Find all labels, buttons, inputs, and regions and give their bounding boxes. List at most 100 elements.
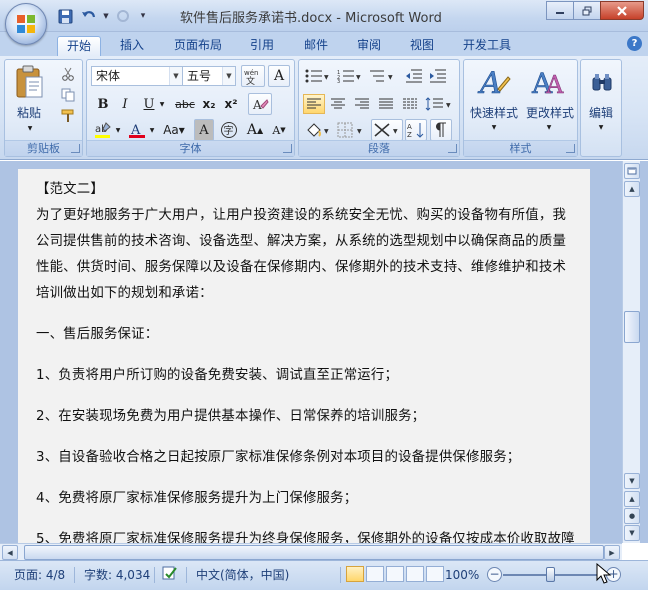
document-page[interactable]: 【范文二】 为了更好地服务于广大用户，让用户投资建设的系统安全无忧、购买的设备物… bbox=[18, 169, 590, 543]
borders-icon[interactable]: ▼ bbox=[335, 120, 367, 140]
quick-styles-dropdown-icon[interactable]: ▼ bbox=[489, 123, 499, 131]
draft-view-icon[interactable] bbox=[426, 566, 444, 582]
change-case-icon[interactable]: Aa▾ bbox=[161, 120, 187, 140]
character-border-button[interactable]: A bbox=[268, 65, 290, 87]
numbering-icon[interactable]: 1 2 3 ▼ bbox=[335, 66, 365, 86]
align-left-icon[interactable] bbox=[303, 94, 325, 114]
highlight-dropdown-icon[interactable]: ▼ bbox=[113, 120, 123, 140]
tab-mailings[interactable]: 邮件 bbox=[294, 36, 338, 56]
full-screen-reading-view-icon[interactable] bbox=[366, 566, 384, 582]
shrink-font-icon[interactable]: A ▼ bbox=[268, 120, 290, 140]
bold-icon[interactable]: B bbox=[93, 94, 113, 114]
increase-indent-icon[interactable] bbox=[427, 66, 449, 86]
multilevel-list-icon[interactable]: ▼ bbox=[367, 66, 397, 86]
tab-page-layout[interactable]: 页面布局 bbox=[166, 36, 230, 56]
show-marks-icon[interactable] bbox=[430, 119, 452, 141]
paragraph-launcher-icon[interactable] bbox=[448, 144, 457, 153]
minimize-icon[interactable] bbox=[546, 1, 574, 20]
change-styles-icon[interactable]: AA bbox=[528, 64, 568, 100]
shading-icon[interactable]: ▼ bbox=[303, 120, 333, 140]
chinese-layout-icon[interactable]: ▼ bbox=[371, 119, 403, 141]
tab-references[interactable]: 引用 bbox=[240, 36, 284, 56]
zoom-level[interactable]: 100% bbox=[445, 565, 479, 585]
clear-formatting-icon[interactable]: A bbox=[248, 93, 272, 115]
grow-font-icon[interactable]: A ▲ bbox=[244, 120, 266, 140]
horizontal-scroll-thumb[interactable] bbox=[24, 545, 604, 560]
tab-review[interactable]: 审阅 bbox=[347, 36, 391, 56]
customize-qat-icon[interactable]: ▾ bbox=[136, 7, 150, 25]
sort-icon[interactable]: AZ bbox=[405, 119, 427, 141]
change-styles-label[interactable]: 更改样式 bbox=[522, 104, 578, 121]
web-layout-view-icon[interactable] bbox=[386, 566, 404, 582]
bullets-icon[interactable]: ▼ bbox=[303, 66, 333, 86]
strikethrough-icon[interactable]: abc bbox=[173, 94, 197, 114]
font-color-dropdown-icon[interactable]: ▼ bbox=[147, 120, 157, 140]
undo-dropdown-icon[interactable]: ▼ bbox=[102, 7, 110, 25]
highlight-icon[interactable]: ab bbox=[93, 120, 113, 140]
close-icon[interactable] bbox=[600, 1, 644, 20]
previous-page-icon[interactable]: ▲ bbox=[624, 491, 640, 507]
font-name-combo[interactable]: 宋体 ▼ bbox=[91, 66, 183, 86]
scroll-left-icon[interactable]: ◀ bbox=[2, 545, 18, 560]
next-page-icon[interactable]: ▼ bbox=[624, 525, 640, 541]
underline-dropdown-icon[interactable]: ▼ bbox=[157, 94, 167, 114]
font-size-combo[interactable]: 五号 ▼ bbox=[182, 66, 236, 86]
superscript-icon[interactable]: x² bbox=[221, 94, 241, 114]
browse-object-icon[interactable]: ● bbox=[624, 508, 640, 524]
editing-label[interactable]: 编辑 bbox=[581, 104, 621, 121]
chevron-down-icon[interactable]: ▼ bbox=[222, 67, 235, 85]
subscript-icon[interactable]: x₂ bbox=[199, 94, 219, 114]
align-center-icon[interactable] bbox=[327, 94, 349, 114]
help-icon[interactable]: ? bbox=[627, 36, 642, 51]
styles-launcher-icon[interactable] bbox=[566, 144, 575, 153]
character-shading-icon[interactable]: A bbox=[194, 119, 214, 141]
scroll-down-icon[interactable]: ▼ bbox=[624, 473, 640, 489]
copy-icon[interactable] bbox=[59, 86, 77, 104]
ruler-toggle-icon[interactable] bbox=[624, 163, 640, 179]
quick-styles-label[interactable]: 快速样式 bbox=[466, 104, 522, 121]
underline-icon[interactable]: U bbox=[139, 94, 159, 114]
print-layout-view-icon[interactable] bbox=[346, 566, 364, 582]
tab-view[interactable]: 视图 bbox=[400, 36, 444, 56]
chevron-down-icon[interactable]: ▼ bbox=[169, 67, 182, 85]
redo-icon[interactable] bbox=[112, 7, 134, 25]
zoom-out-icon[interactable]: − bbox=[487, 567, 502, 582]
italic-icon[interactable]: I bbox=[115, 94, 135, 114]
paste-icon[interactable] bbox=[11, 64, 47, 100]
tab-developer[interactable]: 开发工具 bbox=[455, 36, 519, 56]
restore-icon[interactable] bbox=[573, 1, 601, 20]
vertical-scroll-thumb[interactable] bbox=[624, 311, 640, 343]
vertical-scrollbar[interactable]: ▲ ▼ ▲ ● ▼ bbox=[622, 161, 640, 543]
save-icon[interactable] bbox=[54, 7, 76, 25]
format-painter-icon[interactable] bbox=[59, 107, 77, 125]
font-color-icon[interactable]: A bbox=[127, 120, 147, 140]
cut-icon[interactable] bbox=[59, 65, 77, 83]
page-count[interactable]: 页面: 4/8 bbox=[14, 565, 65, 585]
horizontal-scrollbar[interactable]: ◀ ▶ bbox=[0, 543, 622, 560]
paste-label[interactable]: 粘贴 bbox=[9, 104, 49, 121]
change-styles-dropdown-icon[interactable]: ▼ bbox=[544, 123, 554, 131]
tab-home[interactable]: 开始 bbox=[57, 36, 101, 56]
phonetic-guide-button[interactable]: wén 文 bbox=[241, 65, 265, 87]
proofing-icon[interactable] bbox=[162, 565, 178, 585]
editing-dropdown-icon[interactable]: ▼ bbox=[596, 123, 606, 131]
line-spacing-icon[interactable]: ▼ bbox=[423, 94, 455, 114]
office-button[interactable] bbox=[5, 3, 47, 45]
clipboard-launcher-icon[interactable] bbox=[71, 144, 80, 153]
font-launcher-icon[interactable] bbox=[283, 144, 292, 153]
scroll-up-icon[interactable]: ▲ bbox=[624, 181, 640, 197]
justify-icon[interactable] bbox=[375, 94, 397, 114]
enclose-characters-icon[interactable]: 字 bbox=[218, 120, 240, 140]
quick-styles-icon[interactable]: A bbox=[474, 64, 514, 100]
binoculars-icon[interactable] bbox=[589, 64, 615, 100]
outline-view-icon[interactable] bbox=[406, 566, 424, 582]
scroll-right-icon[interactable]: ▶ bbox=[604, 545, 620, 560]
zoom-slider-thumb[interactable] bbox=[546, 567, 555, 582]
undo-icon[interactable] bbox=[78, 7, 100, 25]
decrease-indent-icon[interactable] bbox=[403, 66, 425, 86]
tab-insert[interactable]: 插入 bbox=[110, 36, 154, 56]
paste-dropdown-icon[interactable]: ▼ bbox=[25, 124, 35, 132]
language-indicator[interactable]: 中文(简体，中国) bbox=[196, 565, 289, 585]
distributed-icon[interactable] bbox=[399, 94, 421, 114]
align-right-icon[interactable] bbox=[351, 94, 373, 114]
